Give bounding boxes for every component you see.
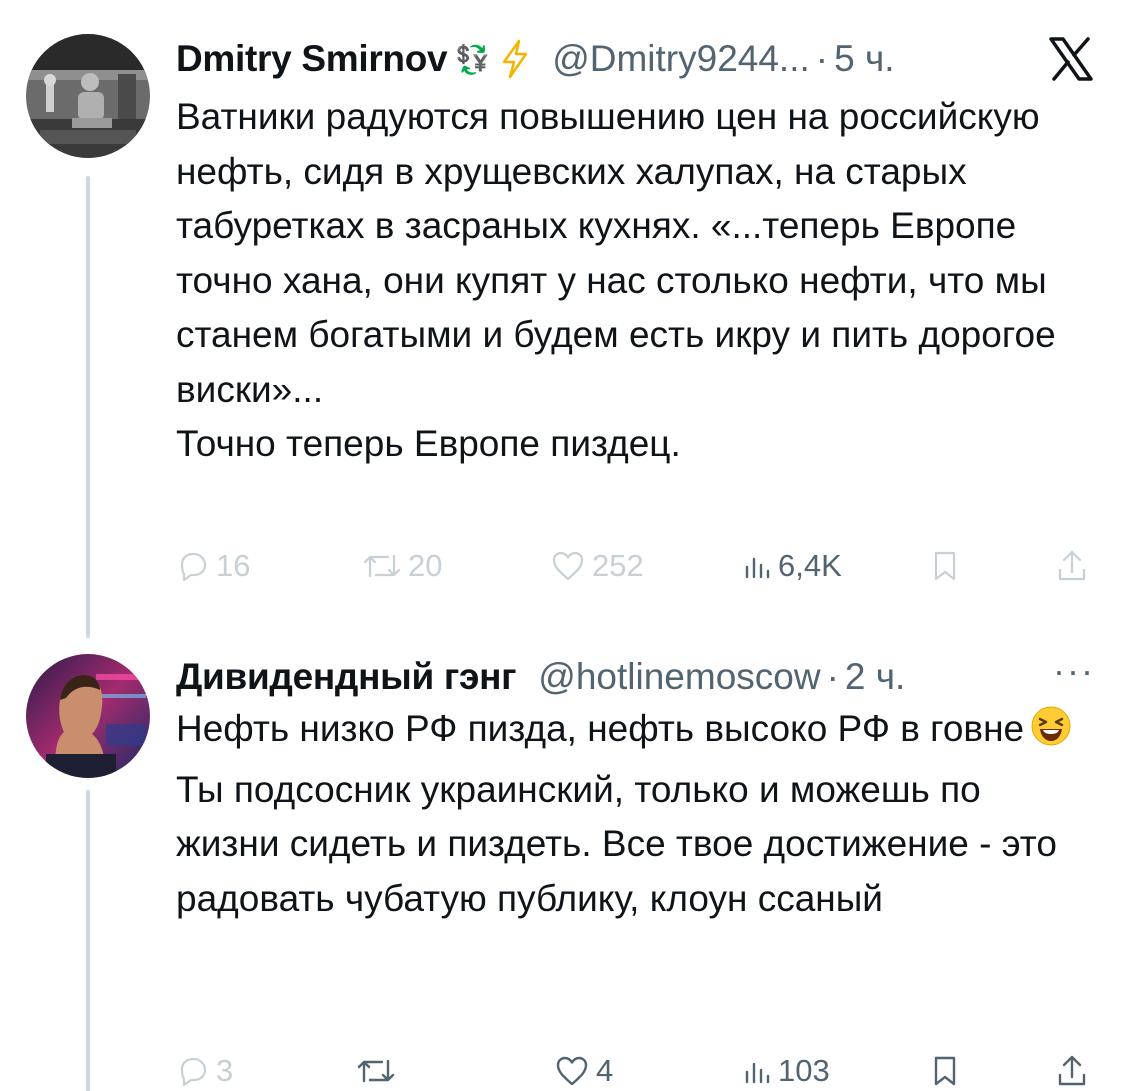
bookmark-icon [930,1054,960,1088]
laughing-emoji-icon [1030,705,1072,763]
avatar[interactable] [26,654,150,778]
tweet[interactable]: Dmitry Smirnov 💱 @Dmitry9244... · 5 ч. В… [0,0,1125,640]
heart-icon [550,549,586,583]
share-icon [1056,1053,1088,1089]
tweet-paragraph: Нефть низко РФ пизда, нефть высоко РФ в … [176,702,1085,763]
retweet-icon [362,549,402,583]
retweet-count: 20 [408,548,443,583]
bookmark-button[interactable] [930,541,960,591]
views-count: 103 [778,1053,830,1088]
author-name[interactable]: Dmitry Smirnov [176,38,448,80]
share-icon [1056,548,1088,584]
reply-count: 3 [216,1053,234,1088]
timestamp[interactable]: 2 ч. [845,656,905,698]
heart-icon [554,1054,590,1088]
retweet-icon [356,1054,396,1088]
like-count: 4 [596,1053,614,1088]
tweet-text: Нефть низко РФ пизда, нефть высоко РФ в … [176,702,1085,926]
share-button[interactable] [1056,541,1088,591]
action-bar: 3 4 103 [176,1046,1095,1091]
retweet-button[interactable] [356,1046,402,1091]
tweet-text: Ватники радуются повышению цен на россий… [176,90,1085,472]
author-handle[interactable]: @hotlinemoscow [538,656,820,698]
reply-icon [176,1054,210,1088]
retweet-button[interactable]: 20 [362,541,442,591]
like-button[interactable]: 252 [550,541,644,591]
reply-icon [176,549,210,583]
tweet[interactable]: Дивидендный гэнг @hotlinemoscow · 2 ч. ·… [0,640,1125,1091]
thread-line [86,790,90,1091]
views-count: 6,4K [778,548,842,583]
views-button[interactable]: 6,4K [742,541,842,591]
author-name[interactable]: Дивидендный гэнг [176,656,517,698]
share-button[interactable] [1056,1046,1088,1091]
bookmark-button[interactable] [930,1046,960,1091]
separator-dot: · [826,656,839,697]
author-handle[interactable]: @Dmitry9244... [552,38,810,80]
reply-button[interactable]: 3 [176,1046,233,1091]
reply-button[interactable]: 16 [176,541,250,591]
like-button[interactable]: 4 [554,1046,613,1091]
tweet-paragraph: Ватники радуются повышению цен на россий… [176,96,1056,410]
action-bar: 16 20 252 6,4K [176,541,1095,591]
x-logo-icon [1047,35,1095,83]
avatar[interactable] [26,34,150,158]
timestamp[interactable]: 5 ч. [834,38,894,80]
tweet-paragraph: Точно теперь Европе пиздец. [176,423,681,464]
tweet-header: Дивидендный гэнг @hotlinemoscow · 2 ч. ·… [176,650,1095,702]
currency-exchange-emoji: 💱 [455,43,491,75]
lightning-icon [500,39,530,79]
tweet-header: Dmitry Smirnov 💱 @Dmitry9244... · 5 ч. [176,34,1095,84]
tweet-paragraph: Ты подсосник украинский, только и можешь… [176,768,1057,919]
more-icon[interactable]: ··· [1053,650,1095,692]
reply-count: 16 [216,548,251,583]
tweet-paragraph-text: Нефть низко РФ пизда, нефть высоко РФ в … [176,708,1025,749]
thread-line [86,176,90,638]
like-count: 252 [592,548,644,583]
views-icon [742,1054,772,1088]
views-button[interactable]: 103 [742,1046,830,1091]
separator-dot: · [815,38,829,79]
bookmark-icon [930,549,960,583]
views-icon [742,549,772,583]
